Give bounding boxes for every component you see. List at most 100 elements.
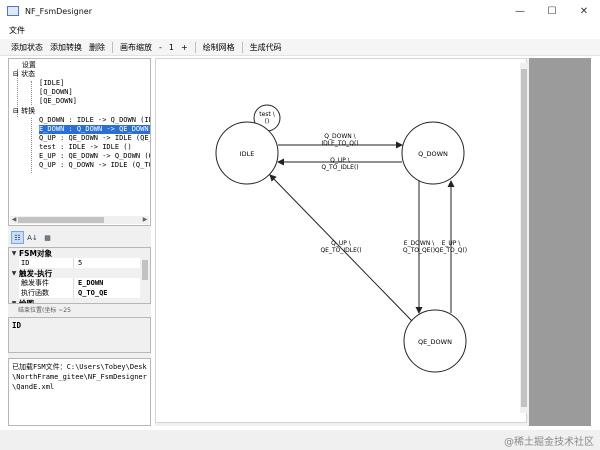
close-button[interactable]: ✕ [568,0,600,22]
property-value[interactable]: 5 [74,258,82,268]
edge-label: E_DOWN \ [404,240,435,247]
chevron-down-icon[interactable]: ▼ [9,270,19,277]
add-transition-button[interactable]: 添加转换 [50,42,82,53]
property-description: ID [8,317,151,353]
state-label: IDLE [240,150,255,158]
scroll-thumb[interactable] [142,260,148,280]
category-draw[interactable]: ▼ 绘图 [9,298,140,304]
edge-label: QE_TO_IDLE() [320,247,361,254]
log-line: \QandE.xml [12,383,55,391]
tree-node-transition-selected[interactable]: E_DOWN : Q_DOWN -> QE_DOWN (Q_ [39,125,150,134]
menu-bar: 文件 [0,23,600,38]
tree-node-label: 设置 [21,61,36,69]
property-row-id[interactable]: ID 5 [9,258,140,268]
tree-expander-icon [13,61,22,69]
scroll-thumb[interactable] [521,69,527,407]
category-label: 绘图 [19,298,34,304]
zoom-value: 1 [168,42,174,52]
chevron-down-icon[interactable]: ▼ [9,250,19,257]
tree-node-state[interactable]: [QE_DOWN] [39,97,77,106]
tree-line [31,118,32,173]
menu-file[interactable]: 文件 [9,25,25,36]
chevron-down-icon[interactable]: ▼ [9,300,19,304]
toolbar-separator [112,41,113,53]
tree-node-transition[interactable]: test : IDLE -> IDLE () [39,143,132,152]
edge-label: Q_UP \ [330,157,351,164]
category-label: 触发-执行 [19,268,53,278]
description-title: ID [12,321,22,330]
edge-label: Q_DOWN \ [324,133,356,140]
collapse-icon: ⊟ [13,107,19,115]
sort-az-icon[interactable]: A↓ [26,231,39,244]
tree-node-transition[interactable]: Q_UP : QE_DOWN -> IDLE (QE_TO_ [39,134,150,143]
property-grid[interactable]: ▼ FSM对象 ID 5 ▼ 触发-执行 触发事件 E_DOWN 执行函数 Q_… [8,247,151,304]
categorized-icon[interactable]: ☷ [11,231,24,244]
generate-code-button[interactable]: 生成代码 [250,42,282,53]
collapse-icon: ⊟ [13,70,19,78]
scroll-thumb[interactable] [18,217,104,223]
zoom-in-button[interactable]: + [181,43,188,52]
scroll-left-icon[interactable]: ◀ [10,216,18,224]
log-output[interactable]: 已加载FSM文件：C:\Users\Tobey\Desktop \NorthFr… [8,358,151,426]
fsm-diagram[interactable]: test \ () IDLE Q_DOWN QE_DOWN Q_DOWN \ I… [156,59,518,422]
canvas-margin-area [529,58,591,426]
edge-label: Q_TO_QE() [403,247,435,254]
property-pages-icon[interactable]: ▦ [41,231,54,244]
category-trigger-execute[interactable]: ▼ 触发-执行 [9,268,140,278]
edge-label: () [265,118,270,125]
tree-node-transitions[interactable]: ⊟ 转换 [13,107,35,116]
fsm-canvas[interactable]: test \ () IDLE Q_DOWN QE_DOWN Q_DOWN \ I… [155,58,528,423]
tree-horizontal-scrollbar[interactable]: ◀ ▶ [10,216,149,224]
state-label: QE_DOWN [418,338,452,346]
tree-node-settings[interactable]: 设置 [13,61,36,70]
edge-label: test \ [259,111,275,118]
property-name: 触发事件 [19,278,74,288]
app-icon [7,6,19,16]
window-title: NF_FsmDesigner [25,6,92,16]
tree-node-transition[interactable]: Q_DOWN : IDLE -> Q_DOWN (IDLE_ [39,116,150,125]
add-state-button[interactable]: 添加状态 [11,42,43,53]
delete-button[interactable]: 删除 [89,42,105,53]
tree-node-label: 状态 [21,70,36,78]
tree-node-transition[interactable]: E_UP : QE_DOWN -> Q_DOWN (QE_ [39,152,150,161]
category-label: FSM对象 [19,248,52,258]
tree-line [31,81,32,105]
property-grid-scrollbar[interactable] [140,248,150,303]
scroll-right-icon[interactable]: ▶ [141,216,149,224]
minimize-button[interactable]: — [504,0,536,22]
toolbar: 添加状态 添加转换 删除 画布缩放 - 1 + 绘制网格 生成代码 [0,39,600,56]
property-name: 执行函数 [19,288,74,298]
tree-node-transition[interactable]: Q_UP : Q_DOWN -> IDLE (Q_TO_I [39,161,150,170]
fsm-tree-view[interactable]: 设置 ⊟ 状态 [IDLE] [Q_DOWN] [QE_DOWN] ⊟ 转换 Q… [8,58,151,226]
tree-node-state[interactable]: [Q_DOWN] [39,88,73,97]
property-row-exec-func[interactable]: 执行函数 Q_TO_QE [9,288,140,298]
tree-node-states[interactable]: ⊟ 状态 [13,70,35,79]
property-value[interactable]: E_DOWN [74,278,103,288]
property-name: ID [19,258,74,268]
toolbar-separator [241,41,243,53]
category-fsm-object[interactable]: ▼ FSM对象 [9,248,140,258]
edge-label: QE_TO_Q() [435,247,467,254]
edge-label: Q_UP \ [331,240,352,247]
canvas-vertical-scrollbar[interactable] [520,63,528,413]
status-bar: @稀土掘金技术社区 [0,430,600,450]
property-grid-toolbar: ☷ A↓ ▦ [8,229,151,246]
property-row-trigger-event[interactable]: 触发事件 E_DOWN [9,278,140,288]
draw-grid-button[interactable]: 绘制网格 [203,42,235,53]
edge-label: E_UP \ [442,240,462,247]
tree-node-state[interactable]: [IDLE] [39,79,64,88]
property-value[interactable]: Q_TO_QE [74,288,108,298]
state-label: Q_DOWN [418,150,448,158]
maximize-button[interactable]: ☐ [536,0,568,22]
log-line: \NorthFrame_gitee\NF_FsmDesigner [12,373,147,381]
watermark-text: @稀土掘金技术社区 [504,437,594,448]
toolbar-separator [194,41,196,53]
title-bar: NF_FsmDesigner — ☐ ✕ [0,0,600,22]
edge-label: Q_TO_IDLE() [321,164,358,171]
zoom-out-button[interactable]: - [159,43,162,52]
tree-node-label: 转换 [21,107,36,115]
canvas-zoom-label: 画布缩放 [120,42,152,52]
log-line: 已加载FSM文件：C:\Users\Tobey\Desktop [12,363,147,371]
left-panel: 设置 ⊟ 状态 [IDLE] [Q_DOWN] [QE_DOWN] ⊟ 转换 Q… [8,58,151,426]
property-row-partial: 结束位置(坐标 ~25 [18,307,71,313]
